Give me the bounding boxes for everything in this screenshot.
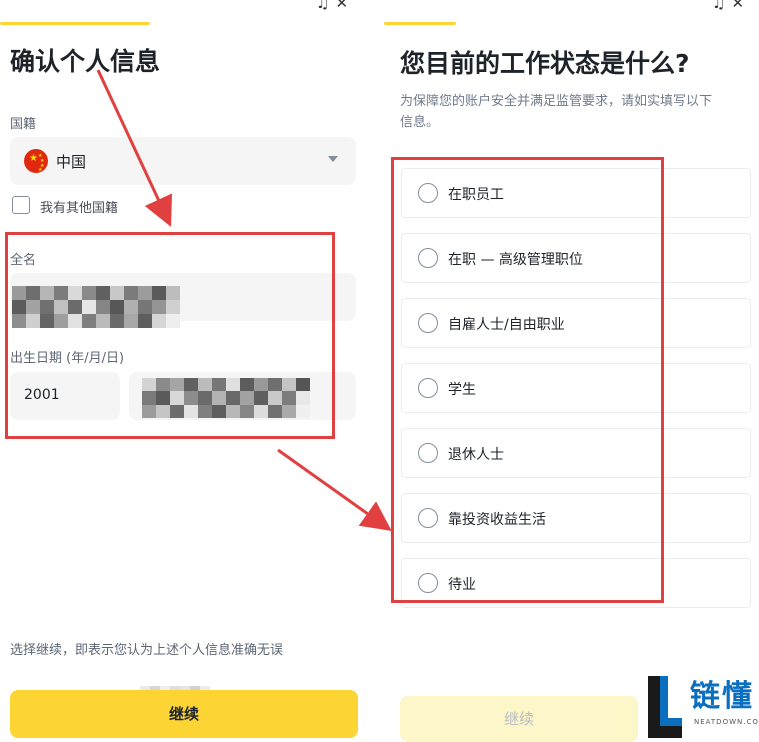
page-title: 确认个人信息 bbox=[10, 47, 161, 76]
nationality-value: 中国 bbox=[56, 153, 87, 171]
watermark-logo: 链懂 NEATDOWN.COM bbox=[646, 672, 759, 742]
subtitle-line-1: 为保障您的账户安全并满足监管要求，请如实填写以下 bbox=[400, 94, 713, 109]
headset-icon[interactable]: ♫ bbox=[316, 0, 335, 12]
other-nationality-checkbox[interactable] bbox=[12, 196, 30, 214]
page-title: 您目前的工作状态是什么? bbox=[400, 49, 690, 78]
progress-bar bbox=[384, 22, 456, 25]
personal-info-screen: ♫✕ 确认个人信息 国籍 ★ ★ ★ ★ ★ 中国 我有其他国籍 全名 出生日期… bbox=[0, 0, 370, 742]
progress-bar bbox=[0, 22, 150, 25]
highlight-box-options bbox=[391, 157, 664, 603]
continue-button[interactable]: 继续 bbox=[10, 690, 358, 738]
employment-status-screen: ♫✕ 您目前的工作状态是什么? 为保障您的账户安全并满足监管要求，请如实填写以下… bbox=[384, 0, 759, 742]
panel-divider bbox=[370, 0, 384, 742]
close-icon[interactable]: ✕ bbox=[731, 0, 750, 12]
nationality-label: 国籍 bbox=[10, 117, 37, 132]
subtitle-line-2: 信息。 bbox=[400, 115, 440, 130]
top-icons: ♫✕ bbox=[712, 0, 750, 12]
highlight-box-personal-info bbox=[5, 232, 335, 439]
top-icons: ♫✕ bbox=[316, 0, 354, 12]
other-nationality-label: 我有其他国籍 bbox=[40, 201, 119, 216]
logo-l-icon bbox=[648, 676, 682, 738]
headset-icon[interactable]: ♫ bbox=[712, 0, 731, 12]
continue-button-disabled[interactable]: 继续 bbox=[400, 696, 638, 742]
disclaimer-text: 选择继续，即表示您认为上述个人信息准确无误 bbox=[10, 643, 284, 658]
close-icon[interactable]: ✕ bbox=[335, 0, 354, 12]
watermark-brand: 链懂 bbox=[690, 679, 754, 714]
china-flag-icon: ★ ★ ★ ★ ★ bbox=[24, 149, 48, 173]
watermark-sub: NEATDOWN.COM bbox=[694, 718, 759, 726]
chevron-down-icon bbox=[328, 156, 338, 162]
